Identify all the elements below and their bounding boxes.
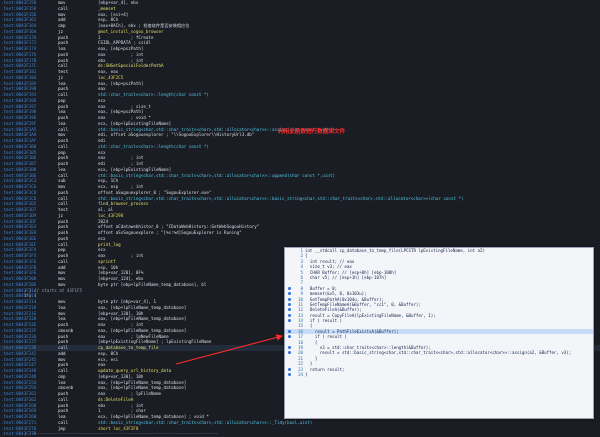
breakpoint-dot-icon[interactable] <box>288 308 291 312</box>
code-text: } <box>305 371 308 377</box>
breakpoint-dot-icon[interactable] <box>288 372 291 376</box>
breakpoint-dot-icon[interactable] <box>288 292 291 296</box>
decompiler-panel: 1 int __stdcall cp_database_to_temp_file(… <box>284 247 594 419</box>
breakpoint-dot-icon[interactable] <box>288 351 291 355</box>
breakpoint-dot-icon[interactable] <box>288 297 291 301</box>
listing-row[interactable]: .text:0043F278; ------------------------… <box>0 431 600 437</box>
breakpoint-dot-icon[interactable] <box>288 335 291 339</box>
breakpoint-dot-icon[interactable] <box>288 329 291 333</box>
decompiler-line[interactable]: 24} <box>285 372 593 377</box>
breakpoint-dot-icon[interactable] <box>288 367 291 371</box>
annotation-label: 利用此函数进行数据库文件 <box>278 129 346 135</box>
breakpoint-dot-icon[interactable] <box>288 346 291 350</box>
listing-comment: ; --------------------------------------… <box>24 431 219 437</box>
breakpoint-dot-icon[interactable] <box>288 319 291 323</box>
breakpoint-dot-icon[interactable] <box>288 302 291 306</box>
breakpoint-dot-icon[interactable] <box>288 313 291 317</box>
breakpoint-dot-icon[interactable] <box>288 286 291 290</box>
line-number: 24 <box>298 371 303 377</box>
